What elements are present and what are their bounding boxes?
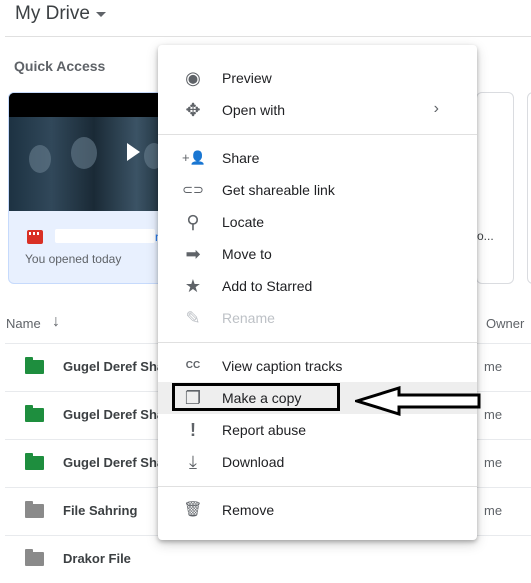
- menu-item-label: Download: [222, 454, 285, 470]
- menu-item-download[interactable]: ⤓ Download: [158, 446, 477, 478]
- menu-item-get-link[interactable]: ⊂⊃ Get shareable link: [158, 174, 477, 206]
- file-owner: me: [484, 359, 503, 374]
- menu-item-label: Preview: [222, 70, 272, 86]
- folder-icon: [25, 357, 44, 374]
- menu-item-remove[interactable]: 🗑 Remove: [158, 494, 477, 526]
- video-file-icon: [27, 230, 43, 244]
- menu-item-label: Add to Starred: [222, 278, 313, 294]
- card-subtitle: You opened today: [25, 252, 122, 266]
- menu-item-locate[interactable]: ⚲ Locate: [158, 206, 477, 238]
- add-person-icon: +👤: [182, 150, 206, 165]
- menu-item-preview[interactable]: ◉ Preview: [158, 62, 477, 94]
- chevron-right-icon: ›: [433, 100, 439, 117]
- star-icon: ★: [184, 276, 202, 296]
- menu-divider: [158, 342, 477, 343]
- file-name: Drakor File: [63, 551, 131, 566]
- caption-icon: CC: [185, 360, 201, 371]
- annotation-highlight-box: [172, 383, 340, 411]
- folder-icon: [25, 501, 44, 518]
- file-name: Gugel Deref Shared: [63, 407, 158, 422]
- quick-access-card[interactable]: n You opened today: [8, 92, 180, 284]
- menu-item-label: Remove: [222, 502, 275, 518]
- menu-item-label: Open with: [222, 102, 286, 118]
- file-name: Gugel Deref Shared: [63, 455, 158, 470]
- table-row[interactable]: Drakor File: [0, 535, 531, 583]
- menu-item-report-abuse[interactable]: ! Report abuse: [158, 414, 477, 446]
- link-icon: ⊂⊃: [182, 182, 204, 197]
- menu-item-label: Report abuse: [222, 422, 307, 438]
- chevron-down-icon[interactable]: [96, 12, 106, 17]
- menu-item-view-caption-tracks[interactable]: CC View caption tracks: [158, 350, 477, 382]
- eye-icon: ◉: [185, 68, 201, 88]
- search-icon: ⚲: [186, 212, 200, 232]
- page-title[interactable]: My Drive: [15, 3, 90, 25]
- menu-item-share[interactable]: +👤 Share: [158, 142, 477, 174]
- alert-icon: !: [190, 420, 196, 440]
- menu-divider: [158, 486, 477, 487]
- menu-item-label: Locate: [222, 214, 265, 230]
- menu-item-open-with[interactable]: ✥ Open with ›: [158, 94, 477, 126]
- menu-item-add-to-starred[interactable]: ★ Add to Starred: [158, 270, 477, 302]
- header-divider: [5, 36, 531, 37]
- menu-divider: [158, 134, 477, 135]
- menu-item-label: View caption tracks: [222, 358, 343, 374]
- owner-column-header[interactable]: Owner: [486, 316, 524, 331]
- card-filename: o...: [477, 229, 494, 243]
- file-owner: me: [484, 503, 503, 518]
- folder-icon: [25, 549, 44, 566]
- file-owner: me: [484, 455, 503, 470]
- menu-item-label: Rename: [222, 310, 275, 326]
- menu-item-rename: ✎ Rename: [158, 302, 477, 334]
- trash-icon: 🗑: [183, 501, 203, 518]
- folder-icon: [25, 453, 44, 470]
- play-icon[interactable]: [127, 143, 140, 161]
- file-name: Gugel Deref Shared: [63, 359, 158, 374]
- menu-item-label: Share: [222, 150, 260, 166]
- pencil-icon: ✎: [185, 308, 201, 328]
- quick-access-card[interactable]: [476, 92, 514, 284]
- sort-arrow-icon[interactable]: ↓: [52, 313, 60, 331]
- video-thumbnail: [9, 93, 179, 211]
- quick-access-heading: Quick Access: [14, 58, 106, 74]
- file-name: File Sahring: [63, 503, 138, 518]
- context-menu: ◉ Preview ✥ Open with › +👤 Share ⊂⊃ Get …: [158, 45, 477, 540]
- card-filename-redacted: [55, 229, 155, 243]
- download-icon: ⤓: [189, 452, 197, 472]
- move-arrows-icon: ✥: [185, 100, 201, 120]
- menu-item-label: Move to: [222, 246, 272, 262]
- folder-icon: [25, 405, 44, 422]
- annotation-arrow-icon: [355, 386, 481, 416]
- quick-access-card[interactable]: [527, 92, 531, 284]
- folder-move-icon: ➡: [185, 244, 201, 264]
- file-owner: me: [484, 407, 503, 422]
- menu-item-label: Get shareable link: [222, 182, 335, 198]
- menu-item-move-to[interactable]: ➡ Move to: [158, 238, 477, 270]
- name-column-header[interactable]: Name: [6, 316, 41, 331]
